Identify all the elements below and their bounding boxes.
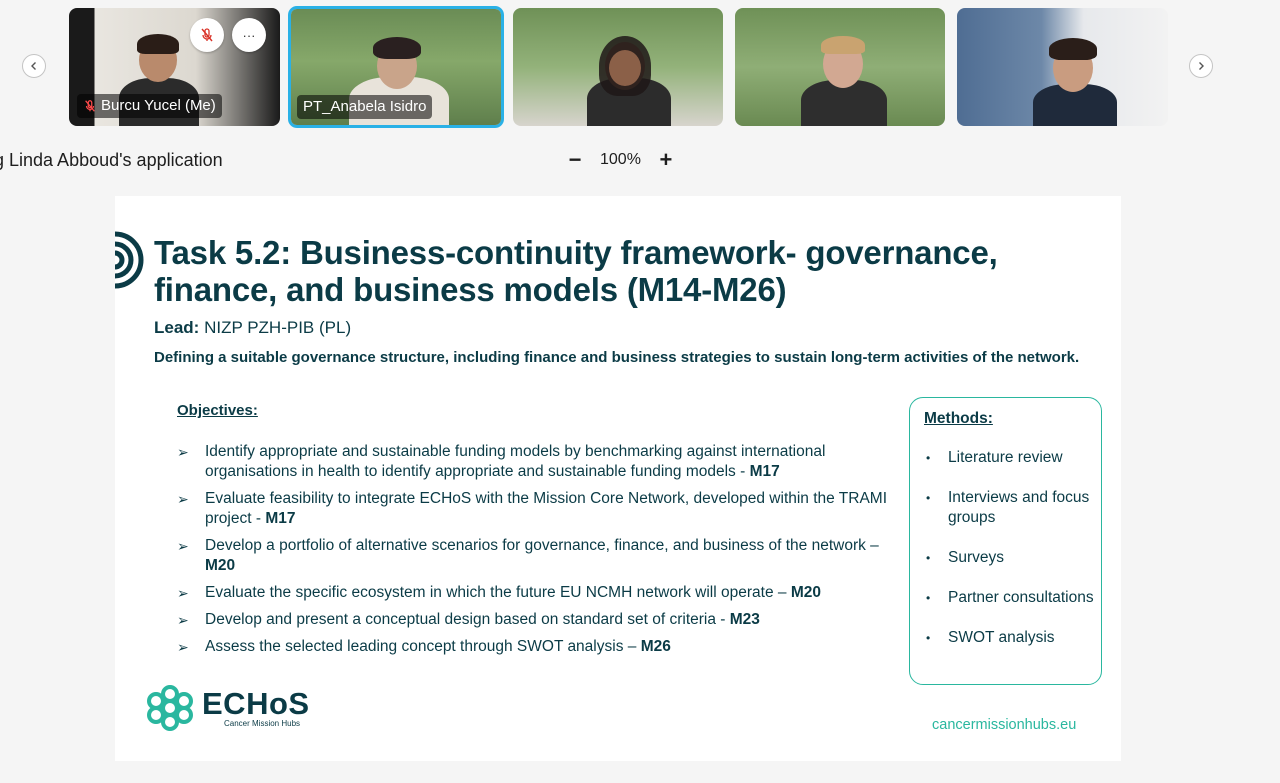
method-item: • Literature review — [924, 448, 1094, 468]
objective-item: ➢ Assess the selected leading concept thr… — [177, 637, 897, 657]
shared-slide: Task 5.2: Business-continuity framework-… — [115, 196, 1121, 761]
method-item: • Partner consultations — [924, 588, 1094, 608]
arrow-bullet-icon: ➢ — [177, 491, 189, 507]
objective-milestone: M26 — [640, 638, 671, 655]
method-item: • Surveys — [924, 548, 1094, 568]
participant-name: Burcu Yucel (Me) — [101, 97, 216, 114]
lead-line: Lead: NIZP PZH-PIB (PL) — [154, 318, 351, 338]
video-tile[interactable] — [957, 8, 1168, 126]
echos-arc-logo-icon — [115, 231, 144, 289]
participant-name: PT_Anabela Isidro — [303, 98, 427, 115]
objective-text: Evaluate feasibility to integrate ECHoS … — [205, 490, 888, 527]
objectives-list: ➢ Identify appropriate and sustainable fu… — [177, 442, 897, 664]
objective-item: ➢ Identify appropriate and sustainable fu… — [177, 442, 897, 482]
arrow-bullet-icon: ➢ — [177, 639, 189, 655]
methods-box: Methods: • Literature review • Interviews … — [909, 397, 1102, 685]
method-item: • SWOT analysis — [924, 628, 1094, 648]
scroll-left-button[interactable] — [22, 54, 46, 78]
slide-purpose: Defining a suitable governance structure… — [154, 349, 1080, 366]
video-tile-self[interactable]: ··· Burcu Yucel (Me) — [69, 8, 280, 126]
objective-text: Develop a portfolio of alternative scena… — [205, 537, 879, 554]
more-icon: ··· — [242, 27, 256, 43]
meeting-window: ··· Burcu Yucel (Me) PT_Anabela Isidro g… — [0, 0, 1280, 783]
objective-text: Evaluate the specific ecosystem in which… — [205, 584, 791, 601]
objective-item: ➢ Evaluate feasibility to integrate ECHoS… — [177, 489, 897, 529]
participant-name-label: Burcu Yucel (Me) — [77, 94, 222, 118]
method-text: Partner consultations — [948, 589, 1094, 606]
objective-milestone: M17 — [749, 463, 780, 480]
mic-off-icon — [85, 100, 95, 112]
logo-tagline: Cancer Mission Hubs — [224, 718, 301, 728]
arrow-bullet-icon: ➢ — [177, 538, 189, 554]
method-text: Surveys — [948, 549, 1004, 566]
video-tile-active-speaker[interactable]: PT_Anabela Isidro — [288, 6, 504, 128]
method-text: Literature review — [948, 449, 1063, 466]
mic-off-icon — [201, 28, 213, 42]
echos-wordmark: ECHoS Cancer Mission Hubs — [202, 685, 310, 728]
arrow-bullet-icon: ➢ — [177, 444, 189, 460]
zoom-level: 100% — [600, 151, 641, 168]
zoom-in-button[interactable]: + — [657, 149, 675, 171]
arrow-bullet-icon: ➢ — [177, 585, 189, 601]
slide-title: Task 5.2: Business-continuity framework-… — [154, 234, 998, 308]
bullet-dot-icon: • — [926, 631, 931, 645]
more-options-button[interactable]: ··· — [232, 18, 266, 52]
bullet-dot-icon: • — [926, 591, 931, 605]
chevron-right-icon — [1199, 62, 1204, 70]
objective-milestone: M20 — [205, 557, 236, 574]
bullet-dot-icon: • — [926, 551, 931, 565]
objective-text: Assess the selected leading concept thro… — [205, 638, 641, 655]
methods-heading: Methods: — [924, 410, 993, 427]
zoom-control: − 100% + — [566, 149, 675, 171]
objectives-heading: Objectives: — [177, 402, 258, 419]
logo-name: ECHoS — [202, 685, 310, 721]
objective-milestone: M23 — [729, 611, 760, 628]
objective-item: ➢ Develop and present a conceptual design… — [177, 610, 897, 630]
echos-flower-logo-icon — [147, 685, 193, 731]
chevron-left-icon — [31, 62, 36, 70]
lead-value: NIZP PZH-PIB (PL) — [199, 318, 352, 337]
arrow-bullet-icon: ➢ — [177, 612, 189, 628]
shared-content-title: g Linda Abboud's application — [0, 150, 223, 170]
methods-list: • Literature review • Interviews and focus… — [924, 448, 1094, 648]
objective-text: Identify appropriate and sustainable fun… — [205, 443, 826, 480]
objective-item: ➢ Develop a portfolio of alternative scen… — [177, 536, 897, 576]
objective-milestone: M17 — [265, 510, 296, 527]
bullet-dot-icon: • — [926, 491, 931, 505]
method-text: SWOT analysis — [948, 629, 1055, 646]
website-url: cancermissionhubs.eu — [932, 717, 1077, 733]
method-item: • Interviews and focus groups — [924, 488, 1094, 528]
scroll-right-button[interactable] — [1189, 54, 1213, 78]
echos-logo: ECHoS Cancer Mission Hubs — [146, 684, 310, 732]
mute-participant-button[interactable] — [190, 18, 224, 52]
objective-milestone: M20 — [790, 584, 821, 601]
zoom-out-button[interactable]: − — [566, 149, 584, 171]
objective-item: ➢ Evaluate the specific ecosystem in whic… — [177, 583, 897, 603]
video-tile[interactable] — [735, 8, 945, 126]
objective-text: Develop and present a conceptual design … — [205, 611, 730, 628]
method-text: Interviews and focus groups — [948, 489, 1090, 526]
video-tile[interactable] — [513, 8, 723, 126]
participant-name-label: PT_Anabela Isidro — [297, 95, 433, 119]
lead-label: Lead: — [154, 318, 200, 337]
bullet-dot-icon: • — [926, 451, 931, 465]
